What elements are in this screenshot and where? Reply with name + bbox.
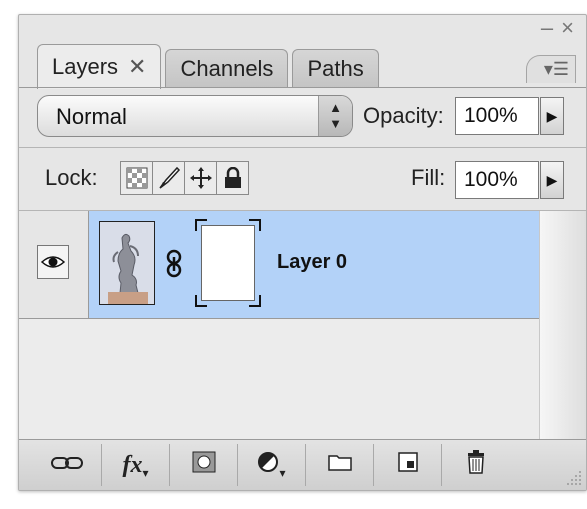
fill-slider-arrow-icon[interactable]: ▶ (540, 161, 564, 199)
lock-all-icon[interactable] (216, 161, 249, 195)
mask-corner (195, 219, 207, 231)
fill-label: Fill: (411, 165, 446, 190)
blend-mode-value: Normal (56, 104, 127, 129)
opacity-label: Opacity: (363, 103, 444, 128)
panel-menu-icon: ▾☰ (543, 59, 569, 79)
lock-image-pixels-icon[interactable] (152, 161, 185, 195)
mask-link-icon[interactable] (165, 249, 183, 285)
scrollbar[interactable] (539, 211, 586, 439)
new-layer-icon (397, 452, 418, 478)
lock-transparent-pixels-icon[interactable] (120, 161, 153, 195)
layer-thumbnail[interactable] (99, 221, 155, 305)
divider (19, 147, 586, 148)
layer-mask-thumbnail[interactable] (195, 219, 261, 307)
adjustment-layer-button[interactable]: ▾ (237, 444, 305, 486)
tab-channels[interactable]: Channels (165, 49, 289, 88)
tab-bar: Layers ✕ Channels Paths (37, 40, 383, 89)
tab-label: Layers (52, 54, 119, 79)
delete-layer-icon (466, 450, 486, 480)
select-arrows-icon: ▲ ▼ (318, 96, 352, 136)
mask-corner (249, 219, 261, 231)
tab-layers[interactable]: Layers ✕ (37, 44, 162, 89)
window-controls: – × (541, 17, 574, 39)
mask-corner (249, 295, 261, 307)
dropdown-icon: ▾ (279, 466, 286, 480)
layer-name[interactable]: Layer 0 (277, 251, 347, 274)
mask-fill (201, 225, 255, 301)
resize-grip-icon[interactable] (566, 470, 582, 486)
dropdown-icon: ▾ (142, 466, 149, 480)
delete-layer-button[interactable] (441, 444, 509, 486)
fill-input[interactable]: 100% (455, 161, 539, 199)
tab-paths[interactable]: Paths (292, 49, 379, 88)
layers-list: Layer 0 (19, 211, 539, 439)
new-layer-button[interactable] (373, 444, 441, 486)
close-icon[interactable]: × (561, 17, 574, 39)
fx-icon: fx (122, 451, 143, 478)
tab-close-icon[interactable]: ✕ (128, 54, 146, 80)
layers-panel: – × Layers ✕ Channels Paths ▾☰ Normal ▲ ▼… (18, 14, 587, 491)
opacity-input[interactable]: 100% (455, 97, 539, 135)
lock-buttons (120, 161, 249, 195)
new-group-icon (327, 453, 352, 477)
new-group-button[interactable] (305, 444, 373, 486)
layer-style-button[interactable]: fx ▾ (101, 444, 169, 486)
eye-icon[interactable] (37, 245, 69, 279)
add-mask-icon (192, 451, 216, 479)
panel-menu-button[interactable]: ▾☰ (526, 55, 576, 83)
lock-label: Lock: (45, 165, 98, 190)
link-layers-icon (51, 454, 83, 477)
mask-corner (195, 295, 207, 307)
lock-position-icon[interactable] (184, 161, 217, 195)
layer-row[interactable]: Layer 0 (19, 211, 539, 319)
add-mask-button[interactable] (169, 444, 237, 486)
visibility-cell (19, 211, 89, 318)
link-layers-button[interactable] (33, 444, 101, 486)
minimize-icon[interactable]: – (541, 17, 553, 39)
opacity-slider-arrow-icon[interactable]: ▶ (540, 97, 564, 135)
tab-label: Channels (180, 56, 274, 81)
layers-bottom-toolbar: fx ▾ ▾ (19, 439, 586, 490)
blend-mode-select[interactable]: Normal ▲ ▼ (37, 95, 353, 137)
tab-divider (19, 87, 586, 88)
tab-label: Paths (307, 56, 364, 81)
adjustment-layer-icon (257, 451, 279, 479)
